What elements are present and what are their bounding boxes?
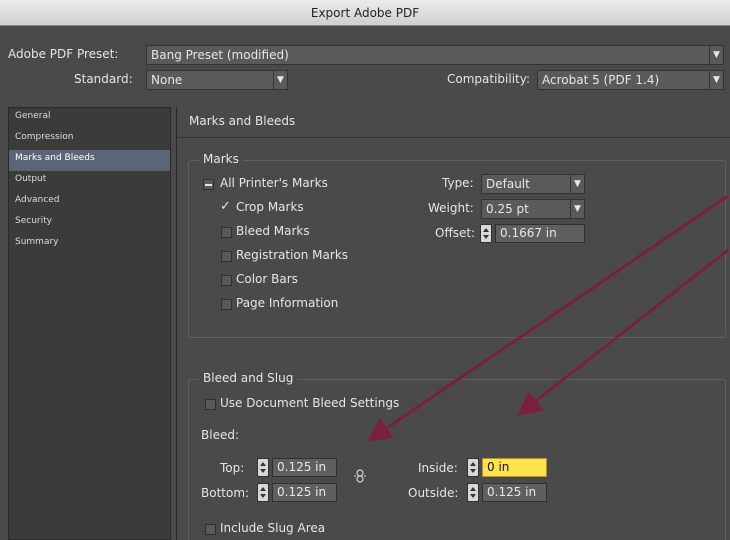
- compatibility-label: Compatibility:: [447, 72, 531, 86]
- use-document-bleed-checkbox[interactable]: [205, 399, 216, 410]
- crop-marks-checkbox[interactable]: ✓: [220, 199, 231, 214]
- bleed-label: Bleed:: [201, 428, 239, 442]
- compatibility-value: Acrobat 5 (PDF 1.4): [542, 73, 660, 87]
- bleed-and-slug-group-title: Bleed and Slug: [199, 371, 298, 385]
- sidebar-item-general[interactable]: General: [9, 108, 170, 129]
- bleed-and-slug-group: Bleed and Slug Use Document Bleed Settin…: [188, 371, 726, 540]
- title-bar: Export Adobe PDF: [0, 0, 730, 26]
- bleed-marks-checkbox[interactable]: [221, 227, 232, 238]
- use-document-bleed-label: Use Document Bleed Settings: [220, 396, 400, 410]
- sidebar-item-marks-and-bleeds[interactable]: Marks and Bleeds: [9, 150, 170, 171]
- weight-label: Weight:: [428, 201, 474, 215]
- all-printers-marks-checkbox[interactable]: [203, 179, 214, 190]
- weight-value: 0.25 pt: [486, 202, 529, 216]
- offset-stepper[interactable]: [480, 224, 492, 243]
- outside-label: Outside:: [408, 486, 459, 500]
- preset-value: Bang Preset (modified): [151, 48, 289, 62]
- outside-stepper[interactable]: [467, 483, 479, 502]
- top-field[interactable]: 0.125 in: [272, 458, 337, 477]
- page-information-label: Page Information: [236, 296, 339, 310]
- bottom-label: Bottom:: [201, 486, 250, 500]
- compatibility-dropdown[interactable]: Acrobat 5 (PDF 1.4) ▼: [537, 70, 724, 90]
- inside-label: Inside:: [418, 461, 458, 475]
- sidebar-item-compression[interactable]: Compression: [9, 129, 170, 150]
- offset-field[interactable]: 0.1667 in: [495, 224, 585, 243]
- chevron-down-icon: ▼: [709, 46, 723, 64]
- preset-dropdown[interactable]: Bang Preset (modified) ▼: [146, 45, 724, 65]
- sidebar-item-advanced[interactable]: Advanced: [9, 192, 170, 213]
- link-icon[interactable]: [352, 468, 368, 484]
- marks-group-title: Marks: [199, 152, 243, 166]
- weight-dropdown[interactable]: 0.25 pt ▼: [481, 199, 585, 219]
- sidebar-item-summary[interactable]: Summary: [9, 234, 170, 255]
- registration-marks-checkbox[interactable]: [221, 251, 232, 262]
- color-bars-checkbox[interactable]: [221, 275, 232, 286]
- section-title: Marks and Bleeds: [189, 114, 296, 128]
- standard-value: None: [151, 73, 183, 87]
- chevron-down-icon: ▼: [570, 200, 584, 218]
- all-printers-marks-label: All Printer's Marks: [220, 176, 328, 190]
- type-value: Default: [486, 177, 530, 191]
- preset-label: Adobe PDF Preset:: [8, 47, 119, 61]
- bottom-stepper[interactable]: [257, 483, 269, 502]
- bottom-field[interactable]: 0.125 in: [272, 483, 337, 502]
- top-stepper[interactable]: [257, 458, 269, 477]
- offset-label: Offset:: [435, 226, 476, 240]
- section-divider: [177, 137, 730, 138]
- registration-marks-label: Registration Marks: [236, 248, 349, 262]
- export-pdf-dialog: Adobe PDF Preset: Bang Preset (modified)…: [0, 26, 730, 540]
- chevron-down-icon: ▼: [709, 71, 723, 89]
- crop-marks-label: Crop Marks: [236, 200, 304, 214]
- sidebar-item-security[interactable]: Security: [9, 213, 170, 234]
- inside-stepper[interactable]: [467, 458, 479, 477]
- standard-dropdown[interactable]: None ▼: [146, 70, 288, 90]
- chevron-down-icon: ▼: [570, 175, 584, 193]
- outside-field[interactable]: 0.125 in: [482, 483, 547, 502]
- chevron-down-icon: ▼: [273, 71, 287, 89]
- type-label: Type:: [442, 176, 474, 190]
- inside-field[interactable]: 0 in: [482, 458, 547, 477]
- bleed-marks-label: Bleed Marks: [236, 224, 310, 238]
- color-bars-label: Color Bars: [236, 272, 298, 286]
- main-panel: Marks and Bleeds Marks All Printer's Mar…: [176, 107, 730, 540]
- marks-group: Marks All Printer's Marks ✓ Crop Marks B…: [188, 152, 726, 338]
- standard-label: Standard:: [74, 72, 133, 86]
- include-slug-checkbox[interactable]: [205, 524, 216, 535]
- type-dropdown[interactable]: Default ▼: [481, 174, 585, 194]
- include-slug-label: Include Slug Area: [220, 521, 326, 535]
- sidebar: General Compression Marks and Bleeds Out…: [8, 107, 171, 540]
- page-information-checkbox[interactable]: [221, 299, 232, 310]
- top-label: Top:: [220, 461, 245, 475]
- window-title: Export Adobe PDF: [310, 6, 420, 20]
- sidebar-item-output[interactable]: Output: [9, 171, 170, 192]
